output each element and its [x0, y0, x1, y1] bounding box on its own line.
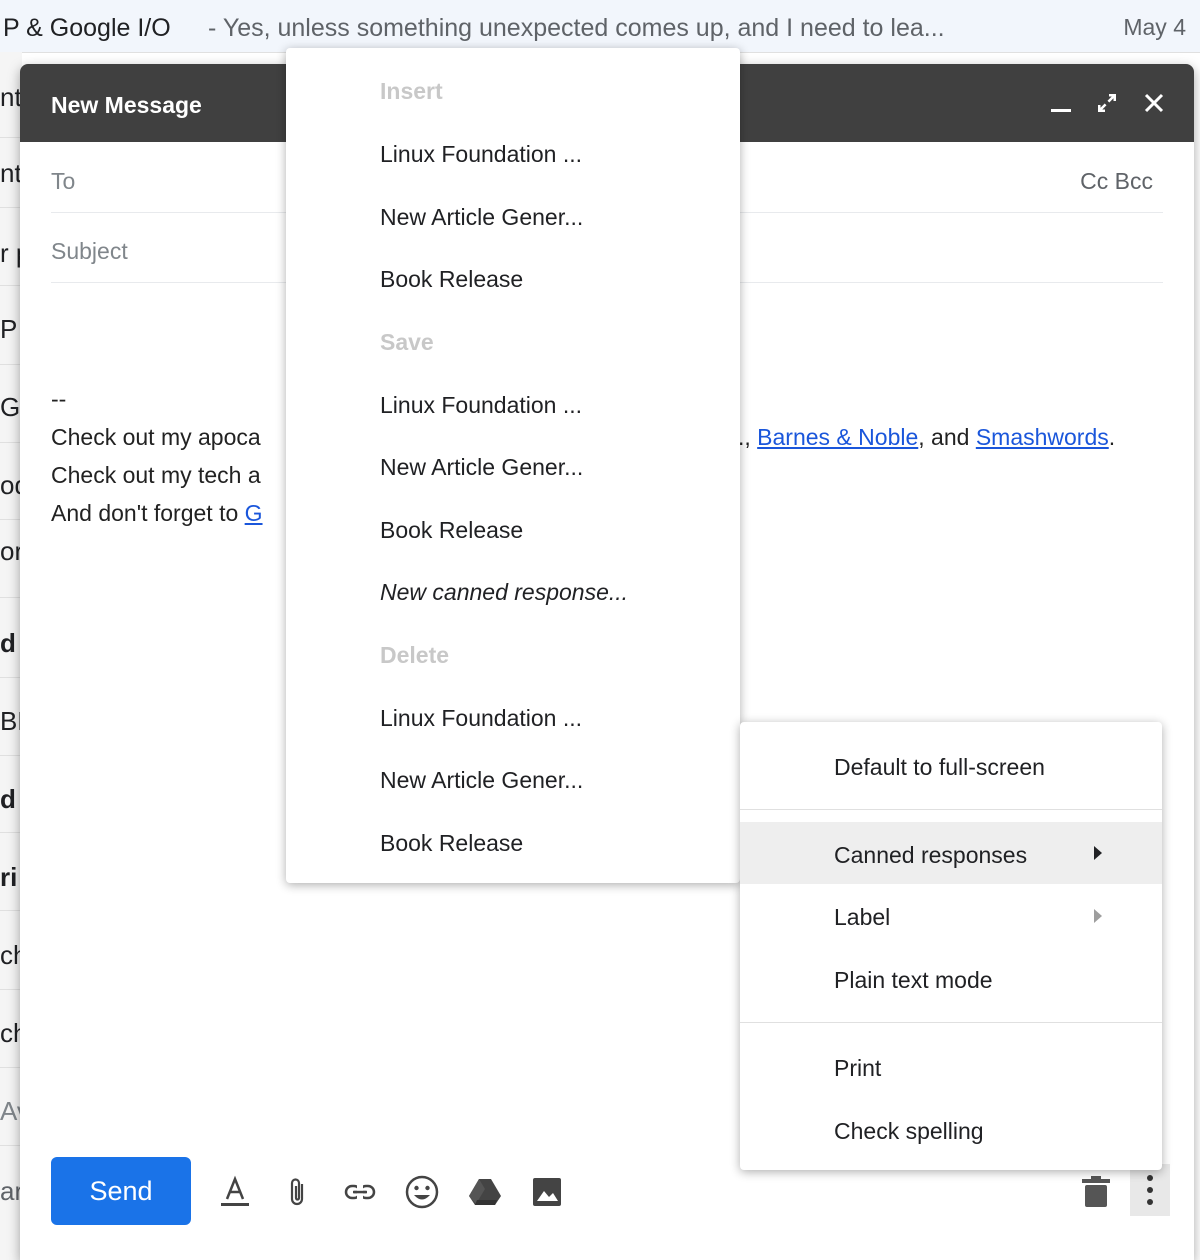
menu-divider	[740, 809, 1162, 810]
print-item[interactable]: Print	[834, 1055, 881, 1082]
inbox-fragment: od	[0, 470, 22, 500]
delete-new-article[interactable]: New Article Gener...	[380, 767, 583, 794]
barnes-noble-link[interactable]: Barnes & Noble	[757, 424, 918, 450]
delete-linux-foundation[interactable]: Linux Foundation ...	[380, 705, 582, 732]
inbox-fragment: d	[0, 784, 16, 814]
cc-bcc-links[interactable]: Cc Bcc	[1080, 168, 1153, 195]
canned-responses-submenu: Insert Linux Foundation ... New Article …	[286, 48, 740, 883]
signature-line-2: Check out my tech a	[51, 462, 261, 488]
inbox-fragment: or	[0, 536, 22, 566]
attach-icon[interactable]	[278, 1172, 318, 1212]
inbox-fragment: ri	[0, 862, 18, 892]
inbox-fragment: ar	[0, 1176, 22, 1206]
inbox-fragment: nt	[0, 82, 22, 112]
signature-line-1: Check out my apoca	[51, 424, 261, 450]
trash-icon[interactable]	[1076, 1172, 1116, 1212]
smashwords-link[interactable]: Smashwords	[976, 424, 1109, 450]
insert-new-article[interactable]: New Article Gener...	[380, 204, 583, 231]
fullscreen-icon[interactable]	[1090, 86, 1124, 120]
inbox-fragment: ch	[0, 940, 22, 970]
minimize-icon[interactable]	[1044, 86, 1078, 120]
insert-header: Insert	[380, 78, 443, 104]
inbox-row-date: May 4	[1123, 14, 1186, 40]
insert-book-release[interactable]: Book Release	[380, 266, 523, 293]
inbox-fragment: nt	[0, 158, 22, 188]
menu-divider	[740, 1022, 1162, 1023]
photo-icon[interactable]	[527, 1172, 567, 1212]
canned-responses-item[interactable]: Canned responses	[834, 842, 1027, 869]
subject-label: Subject	[51, 238, 128, 264]
emoji-icon[interactable]	[402, 1172, 442, 1212]
save-new-article[interactable]: New Article Gener...	[380, 454, 583, 481]
signature-link[interactable]: G	[245, 500, 263, 526]
to-label: To	[51, 168, 76, 194]
format-text-icon[interactable]	[215, 1172, 255, 1212]
line-3-text: And don't forget to	[51, 500, 239, 526]
compose-title: New Message	[51, 92, 202, 118]
save-header: Save	[380, 329, 434, 355]
submenu-arrow-icon	[1094, 909, 1102, 923]
label-item[interactable]: Label	[834, 904, 890, 931]
signature-line-1-tail: ., Barnes & Noble, and Smashwords.	[738, 424, 1115, 451]
signature-line-3: And don't forget to G	[51, 500, 263, 527]
inbox-row[interactable]: P & Google I/O - Yes, unless something u…	[0, 0, 1200, 53]
save-book-release[interactable]: Book Release	[380, 517, 523, 544]
inbox-fragment: Av	[0, 1096, 22, 1126]
send-button[interactable]: Send	[51, 1157, 191, 1225]
delete-header: Delete	[380, 642, 450, 668]
drive-icon[interactable]	[465, 1172, 505, 1212]
tail-mid: , and	[918, 424, 970, 450]
delete-book-release[interactable]: Book Release	[380, 830, 523, 857]
inbox-fragment: BE	[0, 706, 22, 736]
plain-text-mode-item[interactable]: Plain text mode	[834, 967, 993, 994]
check-spelling-item[interactable]: Check spelling	[834, 1118, 984, 1145]
submenu-arrow-icon	[1094, 846, 1102, 860]
close-icon[interactable]	[1137, 86, 1171, 120]
background-inbox-strip: nt nt r p P G od or d BE d ri ch ch Av a…	[0, 52, 22, 1260]
inbox-row-snippet: - Yes, unless something unexpected comes…	[208, 14, 945, 42]
default-full-screen-item[interactable]: Default to full-screen	[834, 754, 1045, 781]
signature-dashes: --	[51, 386, 67, 412]
tail-end: .	[1108, 424, 1116, 450]
more-options-menu: Default to full-screen Canned responses …	[740, 722, 1162, 1170]
save-linux-foundation[interactable]: Linux Foundation ...	[380, 392, 582, 419]
new-canned-response[interactable]: New canned response...	[380, 579, 628, 606]
more-options-icon[interactable]	[1130, 1164, 1170, 1216]
insert-linux-foundation[interactable]: Linux Foundation ...	[380, 141, 582, 168]
inbox-fragment: d	[0, 628, 16, 658]
inbox-fragment: r p	[0, 238, 22, 268]
link-icon[interactable]	[340, 1172, 380, 1212]
inbox-fragment: ch	[0, 1018, 22, 1048]
inbox-fragment: P	[0, 314, 18, 344]
inbox-fragment: G	[0, 392, 21, 422]
inbox-row-subject: P & Google I/O	[3, 14, 171, 42]
